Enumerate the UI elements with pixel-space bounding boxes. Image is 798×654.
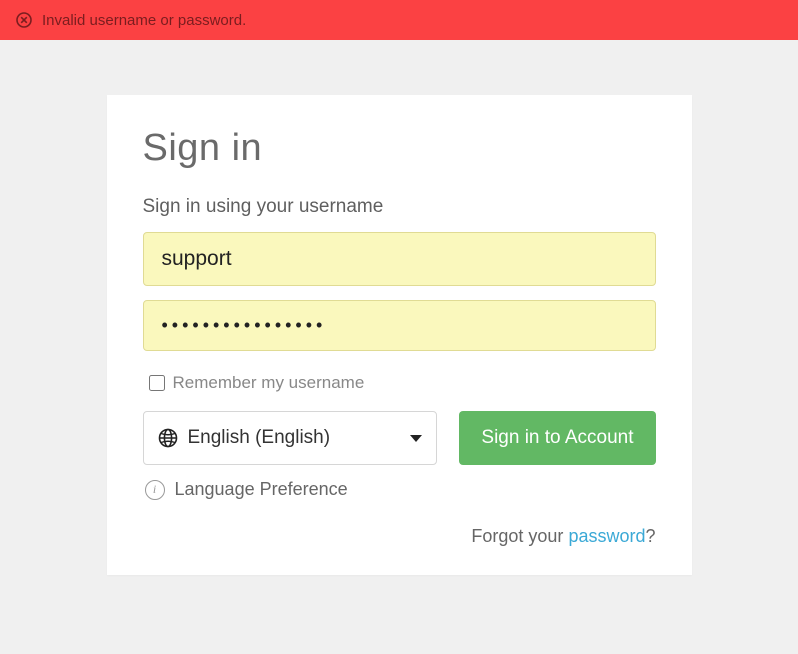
- remember-label-row: Remember my username: [149, 373, 656, 393]
- info-icon: i: [145, 480, 165, 500]
- username-input[interactable]: [143, 232, 656, 286]
- page-title: Sign in: [143, 127, 656, 170]
- forgot-password-row: Forgot your password?: [143, 526, 656, 547]
- error-icon: [16, 12, 32, 28]
- forgot-suffix: ?: [645, 526, 655, 546]
- action-row: English (English) Sign in to Account: [143, 411, 656, 465]
- error-banner: Invalid username or password.: [0, 0, 798, 40]
- remember-checkbox[interactable]: [149, 375, 165, 391]
- forgot-prefix: Forgot your: [471, 526, 568, 546]
- forgot-password-link[interactable]: password: [568, 526, 645, 546]
- signin-subtitle: Sign in using your username: [143, 196, 656, 218]
- error-message: Invalid username or password.: [42, 12, 246, 29]
- language-selected-label: English (English): [188, 427, 331, 449]
- signin-button[interactable]: Sign in to Account: [459, 411, 655, 465]
- password-input[interactable]: [143, 300, 656, 351]
- signin-card: Sign in Sign in using your username Reme…: [107, 95, 692, 575]
- language-preference-row: i Language Preference: [145, 479, 656, 500]
- chevron-down-icon: [410, 435, 422, 442]
- language-select[interactable]: English (English): [143, 411, 438, 465]
- remember-label: Remember my username: [173, 373, 365, 393]
- globe-icon: [158, 428, 178, 448]
- language-preference-label: Language Preference: [175, 479, 348, 500]
